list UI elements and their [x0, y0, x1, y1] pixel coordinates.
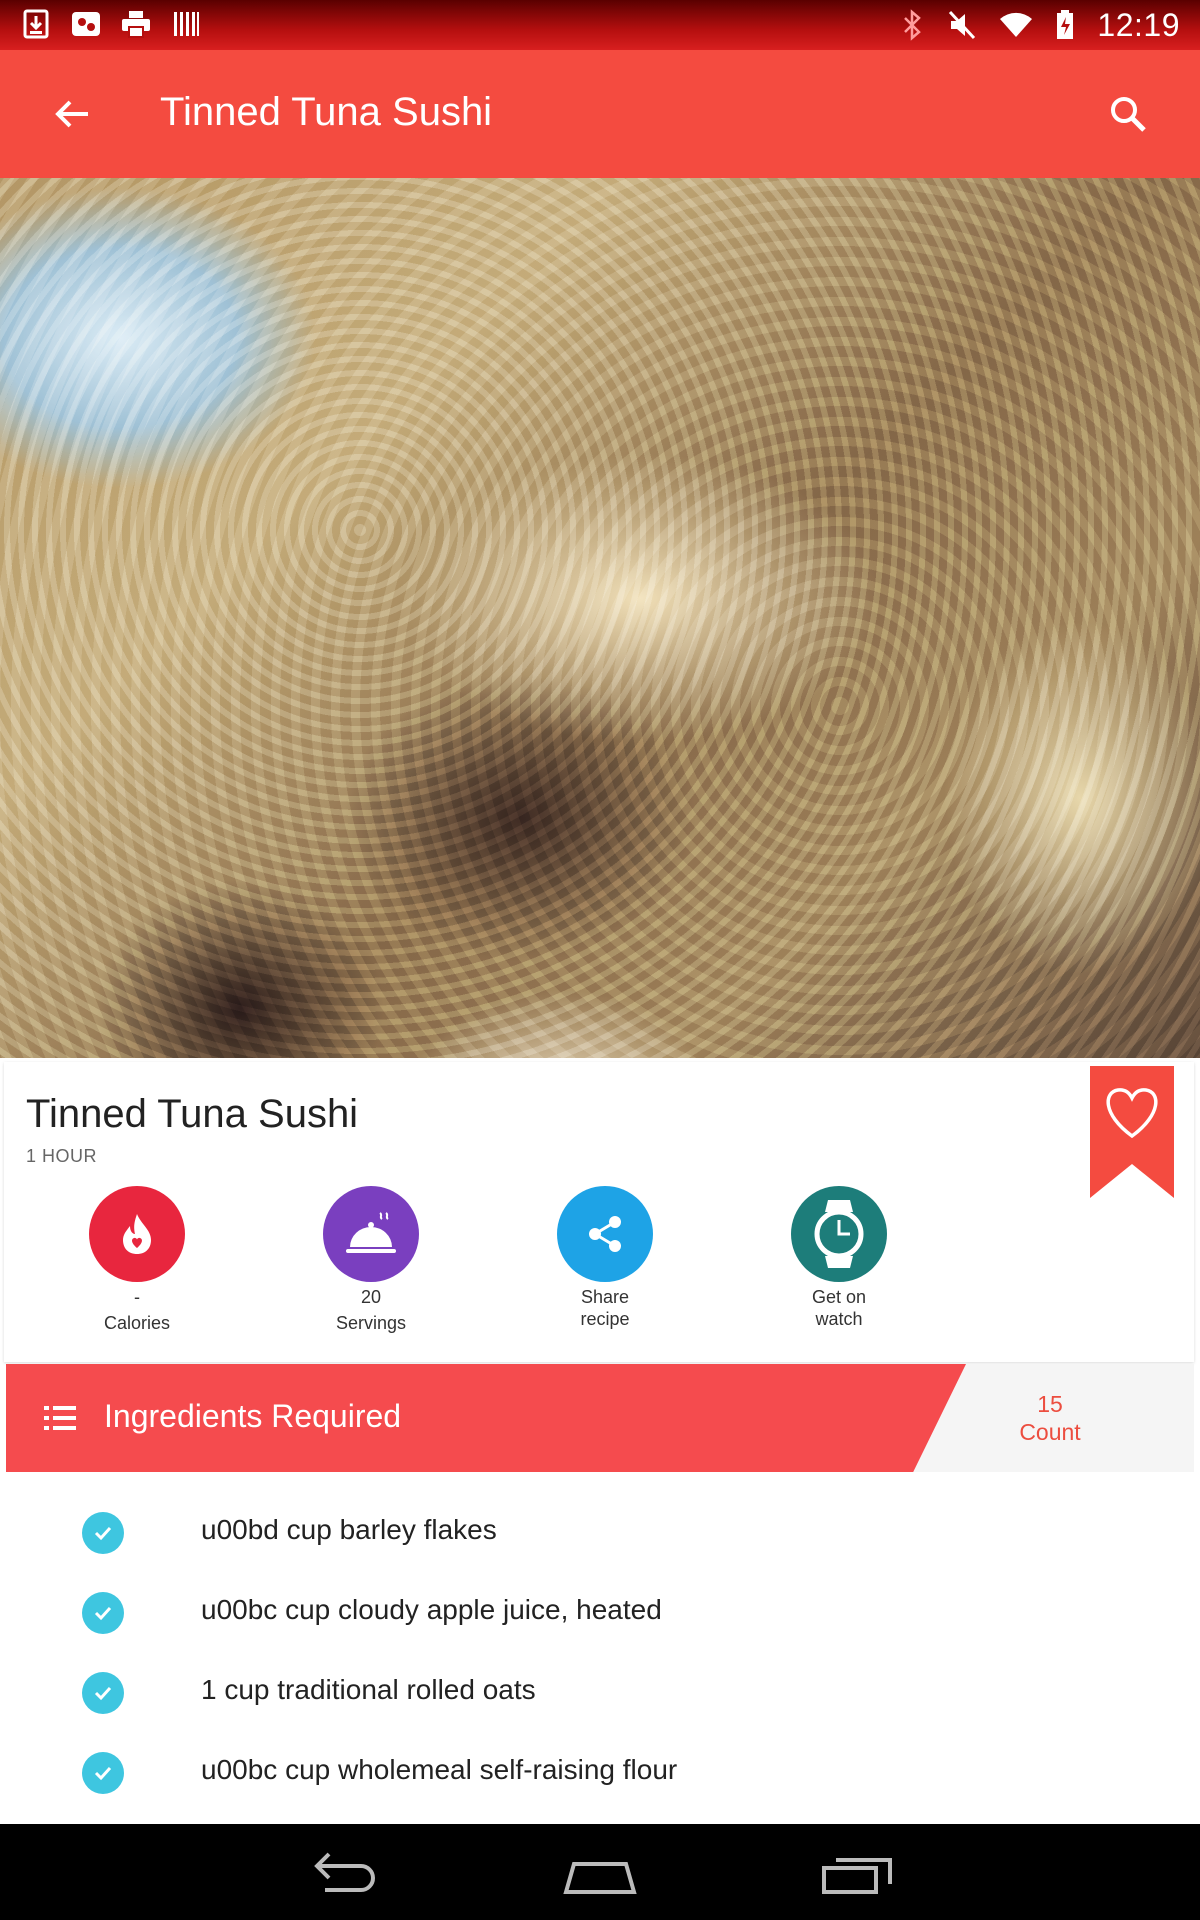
recipe-info-card: Tinned Tuna Sushi 1 HOUR - Calories 20 S… [4, 1062, 1194, 1362]
watch-label-line1: Get on [811, 1287, 867, 1307]
cloche-icon [346, 1212, 396, 1253]
notification-icons [20, 8, 202, 40]
list-icon [44, 1406, 76, 1430]
check-icon[interactable] [82, 1592, 124, 1634]
servings-circle [323, 1186, 419, 1282]
check-icon[interactable] [82, 1752, 124, 1794]
calories-circle [89, 1186, 185, 1282]
ingredients-list: u00bd cup barley flakes u00bc cup cloudy… [4, 1478, 1194, 1798]
ingredient-text: 1 cup traditional rolled oats [201, 1674, 536, 1705]
ingredient-text: u00bc cup cloudy apple juice, heated [201, 1594, 662, 1625]
recipe-photo [0, 178, 1200, 1058]
clock: 12:19 [1097, 6, 1180, 43]
check-icon[interactable] [82, 1672, 124, 1714]
share-label-line2: recipe [580, 1309, 630, 1329]
ingredient-text: u00bd cup barley flakes [201, 1514, 497, 1545]
recipe-actions: - Calories 20 Servings Share recipe Get … [4, 1186, 904, 1336]
app-bar: Tinned Tuna Sushi [0, 50, 1200, 178]
barcode-icon [174, 12, 199, 36]
ingredients-count: 15 Count [966, 1390, 1134, 1446]
recipe-duration: 1 HOUR [26, 1146, 98, 1166]
share-label-line1: Share [580, 1287, 630, 1307]
list-item[interactable]: u00bc cup cloudy apple juice, heated [4, 1558, 1194, 1638]
ingredient-text: u00bc cup wholemeal self-raising flour [201, 1754, 678, 1785]
print-icon [122, 11, 150, 38]
servings-value: 20 [360, 1287, 382, 1307]
share-icon [589, 1216, 621, 1252]
list-item[interactable]: 1 cup traditional rolled oats [4, 1638, 1194, 1718]
share-recipe-button[interactable]: Share recipe [525, 1186, 685, 1330]
muted-icon [949, 10, 976, 40]
wifi-icon [1000, 12, 1033, 37]
calories-value: - [134, 1287, 140, 1307]
ingredients-count-label: Count [1019, 1419, 1081, 1445]
search-icon[interactable] [1108, 94, 1148, 134]
list-item[interactable]: u00bc cup wholemeal self-raising flour [4, 1718, 1194, 1798]
navigation-bar [0, 1824, 1200, 1920]
watch-circle [791, 1186, 887, 1282]
servings-label: Servings [335, 1313, 407, 1333]
watch-label-line2: watch [815, 1309, 863, 1329]
home-nav-icon[interactable] [560, 1846, 640, 1902]
calories-label: Calories [103, 1313, 171, 1333]
status-bar: 12:19 [0, 0, 1200, 50]
ingredients-title: Ingredients Required [104, 1398, 402, 1434]
app-title: Tinned Tuna Sushi [160, 90, 493, 134]
system-icons: 12:19 [899, 0, 1180, 50]
ingredients-count-value: 15 [1037, 1391, 1063, 1417]
calories-stat[interactable]: - Calories [57, 1186, 217, 1334]
bluetooth-icon [904, 9, 922, 41]
list-item[interactable]: u00bd cup barley flakes [4, 1478, 1194, 1558]
watch-icon [814, 1200, 864, 1268]
download-icon [23, 9, 49, 39]
ingredients-header: Ingredients Required 15 Count [6, 1364, 1194, 1472]
flame-icon [123, 1214, 151, 1254]
recipe-title: Tinned Tuna Sushi [26, 1092, 359, 1136]
share-circle [557, 1186, 653, 1282]
favorite-bookmark-button[interactable] [1090, 1066, 1174, 1198]
check-icon[interactable] [82, 1512, 124, 1554]
media-icon [72, 12, 100, 36]
back-nav-icon[interactable] [303, 1846, 383, 1902]
arrow-back-icon[interactable] [52, 94, 92, 134]
battery-icon [1057, 10, 1074, 39]
watch-button[interactable]: Get on watch [759, 1186, 919, 1330]
servings-stat[interactable]: 20 Servings [291, 1186, 451, 1334]
recents-nav-icon[interactable] [818, 1846, 898, 1902]
